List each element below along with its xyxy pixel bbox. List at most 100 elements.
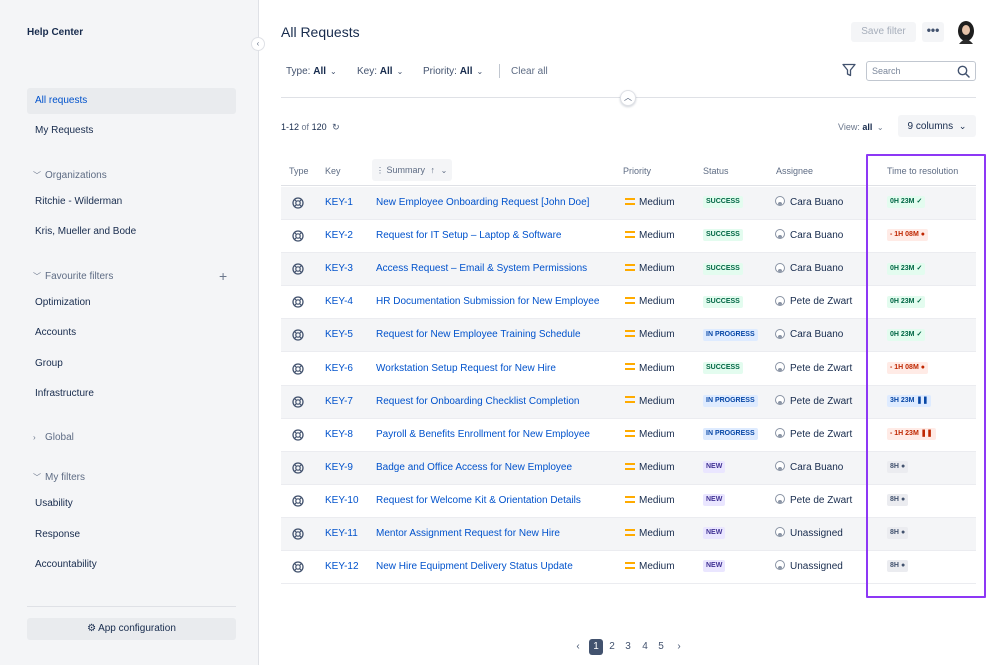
issue-key-link[interactable]: KEY-9	[325, 452, 353, 484]
sidebar-item-organization[interactable]: Kris, Mueller and Bode	[27, 219, 236, 245]
check-icon: ✓	[916, 330, 923, 338]
search-input[interactable]	[872, 64, 952, 78]
priority-medium-icon	[625, 396, 635, 404]
clear-all-button[interactable]: Clear all	[511, 64, 548, 80]
column-header-assignee[interactable]: Assignee	[776, 165, 813, 177]
page-button-2[interactable]: 2	[606, 639, 618, 655]
assignee-cell: Pete de Zwart	[775, 286, 852, 318]
chevron-down-icon[interactable]: ⌄	[441, 166, 448, 175]
issue-key-link[interactable]: KEY-7	[325, 386, 353, 418]
summary-link[interactable]: HR Documentation Submission for New Empl…	[376, 286, 599, 318]
column-header-summary[interactable]: ⋮ Summary ↑ ⌄	[372, 159, 452, 181]
sla-badge: - 1H 08M ●	[887, 229, 929, 242]
priority-medium-icon	[625, 264, 635, 272]
section-my-filters[interactable]: ﹀ My filters	[33, 470, 85, 486]
table-row[interactable]: KEY-6 Workstation Setup Request for New H…	[281, 353, 976, 386]
table-row[interactable]: KEY-1 New Employee Onboarding Request [Jo…	[281, 187, 976, 220]
table-row[interactable]: KEY-11 Mentor Assignment Request for New …	[281, 518, 976, 551]
time-to-resolution-cell: 8H ●	[887, 452, 909, 484]
issue-key-link[interactable]: KEY-8	[325, 419, 353, 451]
sidebar-item-filter[interactable]: Response	[27, 522, 236, 548]
column-header-type[interactable]: Type	[289, 165, 309, 177]
chevron-right-icon: ›	[33, 433, 36, 442]
table-row[interactable]: KEY-7 Request for Onboarding Checklist Co…	[281, 385, 976, 419]
table-row[interactable]: KEY-3 Access Request – Email & System Per…	[281, 253, 976, 287]
summary-link[interactable]: New Hire Equipment Delivery Status Updat…	[376, 551, 573, 583]
sidebar-item-filter[interactable]: Optimization	[27, 290, 236, 316]
summary-link[interactable]: Request for Welcome Kit & Orientation De…	[376, 485, 581, 517]
type-filter-dropdown[interactable]: Type: All ⌄	[286, 64, 337, 80]
drag-handle-icon[interactable]: ⋮	[376, 166, 384, 175]
table-row[interactable]: KEY-4 HR Documentation Submission for New…	[281, 286, 976, 320]
section-label: Organizations	[45, 170, 107, 181]
summary-link[interactable]: Mentor Assignment Request for New Hire	[376, 518, 560, 550]
page-button-3[interactable]: 3	[622, 639, 634, 655]
issue-key-link[interactable]: KEY-6	[325, 353, 353, 385]
filter-icon[interactable]	[842, 63, 856, 77]
issue-key-link[interactable]: KEY-10	[325, 485, 359, 517]
search-box[interactable]	[866, 61, 976, 81]
key-filter-dropdown[interactable]: Key: All ⌄	[357, 64, 403, 80]
table-row[interactable]: KEY-2 Request for IT Setup – Laptop & Sof…	[281, 220, 976, 254]
page-button-4[interactable]: 4	[639, 639, 651, 655]
summary-link[interactable]: Access Request – Email & System Permissi…	[376, 253, 587, 285]
priority-medium-icon	[625, 495, 635, 503]
table-row[interactable]: KEY-8 Payroll & Benefits Enrollment for N…	[281, 419, 976, 452]
save-filter-button[interactable]: Save filter	[851, 22, 916, 42]
summary-link[interactable]: Request for New Employee Training Schedu…	[376, 319, 581, 351]
assignee-name: Pete de Zwart	[790, 428, 853, 440]
column-header-priority[interactable]: Priority	[623, 165, 651, 177]
issue-key-link[interactable]: KEY-3	[325, 253, 353, 285]
summary-link[interactable]: New Employee Onboarding Request [John Do…	[376, 187, 589, 219]
sidebar-item-filter[interactable]: Accounts	[27, 320, 236, 346]
summary-link[interactable]: Request for Onboarding Checklist Complet…	[376, 386, 579, 418]
page-button-1[interactable]: 1	[589, 639, 603, 655]
sidebar-item-my-requests[interactable]: My Requests	[27, 118, 236, 144]
column-header-status[interactable]: Status	[703, 165, 729, 177]
issue-key-link[interactable]: KEY-5	[325, 319, 353, 351]
avatar-icon	[775, 295, 785, 306]
next-page-button[interactable]: ›	[673, 639, 685, 655]
summary-link[interactable]: Payroll & Benefits Enrollment for New Em…	[376, 419, 590, 451]
add-filter-icon[interactable]: +	[219, 269, 227, 283]
issue-key-link[interactable]: KEY-11	[325, 518, 358, 550]
sla-value: - 1H 08M	[890, 363, 919, 371]
section-global[interactable]: › Global	[33, 430, 74, 446]
previous-page-button[interactable]: ‹	[572, 639, 584, 655]
issue-key-link[interactable]: KEY-1	[325, 187, 353, 219]
refresh-icon[interactable]: ↻	[332, 122, 340, 132]
sidebar-item-filter[interactable]: Infrastructure	[27, 381, 236, 407]
section-favourite-filters[interactable]: ﹀ Favourite filters	[33, 269, 113, 285]
collapse-filters-toggle[interactable]: ︿	[620, 90, 636, 106]
sidebar-item-filter[interactable]: Group	[27, 351, 236, 377]
table-row[interactable]: KEY-12 New Hire Equipment Delivery Status…	[281, 551, 976, 585]
table-row[interactable]: KEY-10 Request for Welcome Kit & Orientat…	[281, 485, 976, 518]
summary-link[interactable]: Workstation Setup Request for New Hire	[376, 353, 556, 385]
sla-badge: 0H 23M ✓	[887, 262, 926, 275]
sort-ascending-icon[interactable]: ↑	[431, 165, 436, 175]
chevron-down-icon: ⌄	[396, 67, 404, 76]
issue-key-link[interactable]: KEY-12	[325, 551, 359, 583]
app-configuration-button[interactable]: ⚙ App configuration	[27, 618, 236, 640]
issue-key-link[interactable]: KEY-2	[325, 220, 353, 252]
chevron-left-icon[interactable]: ‹	[251, 37, 265, 51]
view-selector[interactable]: View: all ⌄	[838, 121, 884, 134]
sidebar-item-filter[interactable]: Usability	[27, 491, 236, 517]
column-header-time-to-resolution[interactable]: Time to resolution	[887, 165, 958, 177]
issue-key-link[interactable]: KEY-4	[325, 286, 353, 318]
sidebar-item-filter[interactable]: Accountability	[27, 552, 236, 578]
page-button-5[interactable]: 5	[655, 639, 667, 655]
table-row[interactable]: KEY-5 Request for New Employee Training S…	[281, 319, 976, 353]
sidebar-item-organization[interactable]: Ritchie - Wilderman	[27, 189, 236, 215]
search-icon[interactable]	[957, 65, 970, 78]
summary-link[interactable]: Badge and Office Access for New Employee	[376, 452, 572, 484]
columns-button[interactable]: 9 columns ⌄	[898, 115, 976, 137]
table-row[interactable]: KEY-9 Badge and Office Access for New Emp…	[281, 451, 976, 485]
user-avatar[interactable]	[955, 20, 977, 44]
summary-link[interactable]: Request for IT Setup – Laptop & Software	[376, 220, 561, 252]
section-organizations[interactable]: ﹀ Organizations	[33, 168, 107, 184]
sidebar-item-all-requests[interactable]: All requests	[27, 88, 236, 114]
more-options-button[interactable]: •••	[922, 22, 944, 42]
priority-filter-dropdown[interactable]: Priority: All ⌄	[423, 64, 483, 80]
column-header-key[interactable]: Key	[325, 165, 341, 177]
